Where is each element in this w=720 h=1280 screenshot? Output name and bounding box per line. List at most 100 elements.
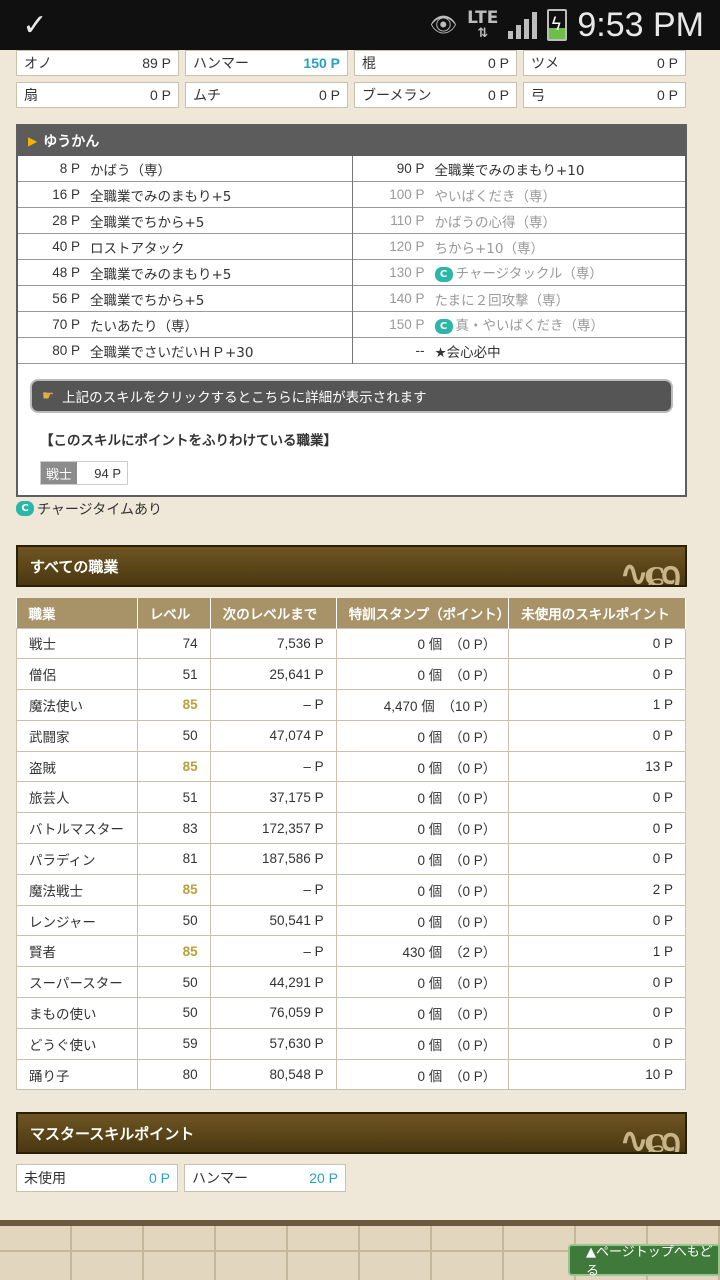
skill-name: ちから+10（専） — [435, 237, 545, 257]
job-points-title: 【このスキルにポイントをふりわけている職業】 — [40, 433, 337, 449]
table-row: 賢者 85– P 430 個 （2 P） 1 P — [16, 935, 686, 968]
job-points-value: 94 P — [94, 465, 121, 481]
skill-panel: ▶ ゆうかん 8 P かばう（専） 16 P 全職業でみのまもり+5 28 P 全職業でち… — [16, 124, 687, 497]
skill-points: 8 P — [59, 161, 80, 176]
table-row: 武闘家 50 47,074 P0 個 （0 P） 0 P — [16, 719, 686, 752]
weapon-cell[interactable]: 棍 0 P — [354, 50, 517, 76]
skill-row[interactable]: -- ★会心必中 — [352, 338, 685, 364]
network-label: LTE — [467, 8, 499, 28]
weapon-skill-grid: オノ 89 P ハンマー 150 P 棍 0 P ツメ 0 P 扇 0 P ムチ 0 P ブ… — [16, 50, 686, 114]
job-name: 戦士 — [16, 627, 138, 660]
table-row: パラディン 81 187,586 P0 個 （0 P） 0 P — [16, 843, 686, 875]
skill-points: 28 P — [52, 213, 80, 228]
weapon-name: ツメ — [531, 56, 559, 72]
skill-name: やいばくだき（専） — [435, 185, 557, 205]
next-level-points: – P — [209, 750, 337, 783]
triangle-icon: ▶ — [28, 134, 38, 148]
skill-row[interactable]: 90 P 全職業でみのまもり+10 — [352, 156, 685, 182]
unused-skill-points: 1 P — [508, 935, 686, 968]
skill-row[interactable]: 48 P 全職業でみのまもり+5 — [18, 260, 352, 286]
skill-row[interactable]: 56 P 全職業でちから+5 — [18, 286, 352, 312]
skill-row[interactable]: 100 P やいばくだき（専） — [352, 182, 685, 208]
job-level: 50 — [136, 997, 211, 1029]
weapon-cell[interactable]: ブーメラン 0 P — [354, 82, 517, 108]
skill-name: たまに２回攻撃（専） — [435, 289, 570, 309]
unused-skill-points: 0 P — [508, 904, 686, 937]
master-point-value: 20 P — [309, 1170, 338, 1186]
skill-points: 110 P — [390, 213, 425, 228]
skill-points: 56 P — [52, 291, 80, 306]
pointing-hand-icon: ☛ — [42, 388, 55, 404]
skill-row[interactable]: 28 P 全職業でちから+5 — [18, 208, 352, 234]
stamp-count: 0 個 （0 P） — [335, 873, 510, 906]
stamp-count: 430 個 （2 P） — [335, 935, 510, 968]
skill-name: 全職業でちから+5 — [90, 289, 204, 309]
skill-row[interactable]: 8 P かばう（専） — [18, 156, 352, 182]
skill-row[interactable]: 140 P たまに２回攻撃（専） — [352, 286, 685, 312]
master-points-grid: 未使用 0 P ハンマー 20 P — [16, 1164, 346, 1192]
skill-row[interactable]: 120 P ちから+10（専） — [352, 234, 685, 260]
table-row: どうぐ使い 59 57,630 P0 個 （0 P） 0 P — [16, 1027, 686, 1060]
job-name: どうぐ使い — [16, 1027, 138, 1060]
weapon-points: 0 P — [149, 87, 171, 103]
job-level: 85 — [136, 750, 211, 783]
skill-row[interactable]: 16 P 全職業でみのまもり+5 — [18, 182, 352, 208]
table-row: レンジャー 50 50,541 P0 個 （0 P） 0 P — [16, 904, 686, 937]
table-row: 旅芸人 51 37,175 P0 個 （0 P） 0 P — [16, 781, 686, 814]
weapon-name: 棍 — [362, 56, 376, 72]
weapon-cell[interactable]: 弓 0 P — [523, 82, 686, 108]
weapon-name: 扇 — [24, 88, 38, 104]
weapon-cell[interactable]: ムチ 0 P — [185, 82, 348, 108]
page-top-button[interactable]: ▲ページトップへもどる — [568, 1244, 720, 1279]
weapon-cell[interactable]: オノ 89 P — [16, 50, 179, 76]
all-jobs-title: すべての職業 — [30, 557, 119, 576]
weapon-points: 89 P — [142, 55, 171, 71]
job-name: バトルマスター — [16, 812, 138, 845]
skill-row[interactable]: 150 P C 真・やいばくだき（専） — [352, 312, 685, 338]
job-name: パラディン — [16, 843, 138, 875]
weapon-cell[interactable]: 扇 0 P — [16, 82, 179, 108]
skill-row[interactable]: 70 P たいあたり（専） — [18, 312, 352, 338]
jobs-table-header: 職業 レベル 次のレベルまで 特訓スタンプ（ポイント） 未使用のスキルポイント — [16, 598, 686, 628]
skill-points: 90 P — [396, 161, 425, 176]
stamp-count: 0 個 （0 P） — [335, 812, 510, 845]
skill-name: 全職業でみのまもり+5 — [90, 263, 231, 283]
battery-icon: ϟ — [547, 9, 568, 41]
jobs-table: 職業 レベル 次のレベルまで 特訓スタンプ（ポイント） 未使用のスキルポイント … — [16, 598, 686, 1091]
weapon-cell[interactable]: ハンマー 150 P — [185, 50, 348, 76]
next-level-points: 50,541 P — [209, 904, 337, 937]
master-skill-banner: マスタースキルポイント ∿ɕꝯ — [16, 1112, 687, 1154]
next-level-points: 80,548 P — [209, 1058, 337, 1091]
next-level-points: 187,586 P — [209, 843, 337, 875]
stamp-count: 0 個 （0 P） — [335, 781, 510, 814]
skill-points: 48 P — [52, 265, 80, 280]
job-level: 85 — [136, 873, 211, 906]
job-level: 80 — [136, 1058, 211, 1091]
skill-row[interactable]: 130 P C チャージタックル（専） — [352, 260, 685, 286]
job-name: スーパースター — [16, 966, 138, 999]
weapon-name: オノ — [24, 56, 52, 72]
skill-column-left: 8 P かばう（専） 16 P 全職業でみのまもり+5 28 P 全職業でちから+5 40 … — [18, 156, 352, 364]
next-level-points: 47,074 P — [209, 719, 337, 752]
skill-panel-header: ▶ ゆうかん — [18, 126, 685, 156]
skill-row[interactable]: 40 P ロストアタック — [18, 234, 352, 260]
job-name: 魔法使い — [16, 689, 138, 721]
done-check-icon[interactable]: ✓ — [0, 8, 70, 43]
table-row: 踊り子 80 80,548 P0 個 （0 P） 10 P — [16, 1058, 686, 1091]
weapon-cell[interactable]: ツメ 0 P — [523, 50, 686, 76]
signal-icon — [508, 11, 538, 39]
unused-skill-points: 0 P — [508, 1027, 686, 1060]
weapon-name: ムチ — [193, 88, 221, 104]
unused-skill-points: 0 P — [508, 719, 686, 752]
skill-row[interactable]: 110 P かばうの心得（専） — [352, 208, 685, 234]
skill-row[interactable]: 80 P 全職業でさいだいＨＰ+30 — [18, 338, 352, 364]
skill-name: C チャージタックル（専） — [434, 262, 603, 283]
charge-icon: C — [434, 319, 453, 334]
job-name: 踊り子 — [16, 1058, 138, 1091]
skill-name-text: 全職業でみのまもり+10 — [434, 162, 585, 179]
table-row: まもの使い 50 76,059 P0 個 （0 P） 0 P — [16, 997, 686, 1029]
next-level-points: 7,536 P — [209, 627, 337, 660]
unused-skill-points: 0 P — [508, 997, 686, 1029]
skill-name: ロストアタック — [90, 237, 185, 257]
skill-name-text: ちから+10（専） — [434, 240, 545, 257]
